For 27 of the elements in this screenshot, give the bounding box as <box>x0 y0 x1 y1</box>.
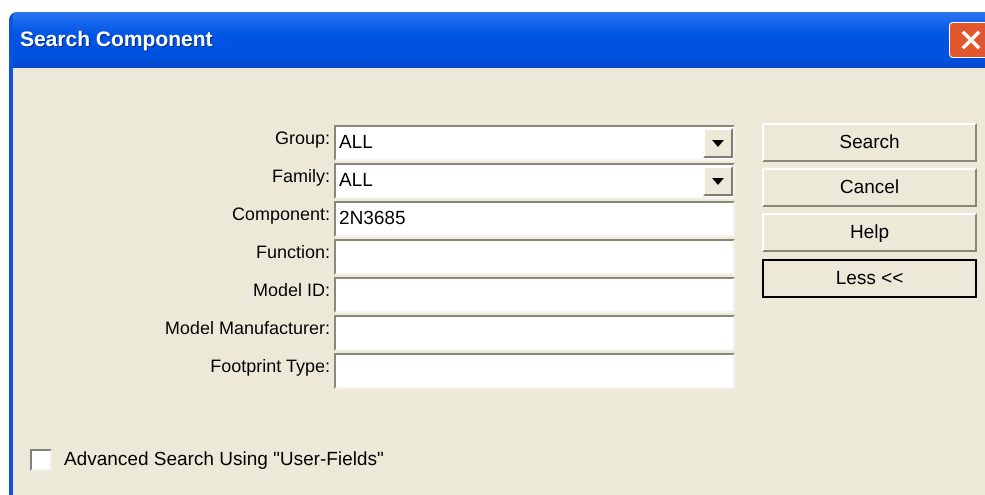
field-label: Group: <box>274 127 330 149</box>
input-field[interactable] <box>334 315 735 351</box>
close-button[interactable] <box>949 22 985 58</box>
field-label: Footprint Type: <box>209 355 330 377</box>
close-icon <box>960 29 982 51</box>
input-field[interactable] <box>334 277 735 313</box>
field-label: Family: <box>271 165 330 187</box>
window-title: Search Component <box>19 28 213 52</box>
dialog-button[interactable]: Cancel <box>762 168 977 207</box>
dialog-button[interactable]: Search <box>762 123 977 162</box>
dropdown-arrow-button[interactable] <box>703 128 733 158</box>
input-field[interactable] <box>334 239 735 275</box>
field-label: Model Manufacturer: <box>164 317 330 339</box>
field-label: Function: <box>254 241 330 263</box>
field-label: Model ID: <box>252 279 330 301</box>
dialog-button[interactable]: Help <box>762 213 977 252</box>
checkbox[interactable] <box>30 449 52 471</box>
input-field[interactable]: 2N3685 <box>334 201 735 237</box>
caret-icon <box>712 178 724 184</box>
input-field[interactable] <box>334 353 735 389</box>
dropdown[interactable]: ALL <box>334 125 735 161</box>
dropdown[interactable]: ALL <box>334 163 735 199</box>
dialog-button[interactable]: Less << <box>762 259 977 298</box>
field-label: Component: <box>230 203 330 225</box>
dropdown-arrow-button[interactable] <box>703 166 733 196</box>
caret-icon <box>712 140 724 146</box>
checkbox-label: Advanced Search Using "User-Fields" <box>64 449 384 471</box>
